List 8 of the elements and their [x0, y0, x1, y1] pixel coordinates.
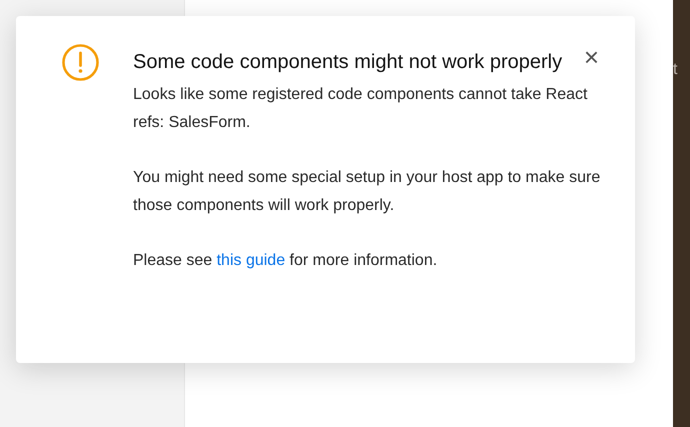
warning-icon — [62, 44, 99, 81]
dialog-message: Looks like some registered code components cannot take React refs: SalesForm. — [133, 85, 588, 133]
dialog-title: Some code components might not work properly — [133, 50, 564, 75]
dialog-message: You might need some special setup in your host app to make sure those components will work properly. — [133, 168, 602, 216]
dialog-message: Please see this guide for more information. — [133, 251, 438, 271]
close-button[interactable]: × — [584, 44, 599, 70]
cut-label: t — [673, 61, 678, 78]
guide-link[interactable]: this guide — [216, 252, 286, 269]
